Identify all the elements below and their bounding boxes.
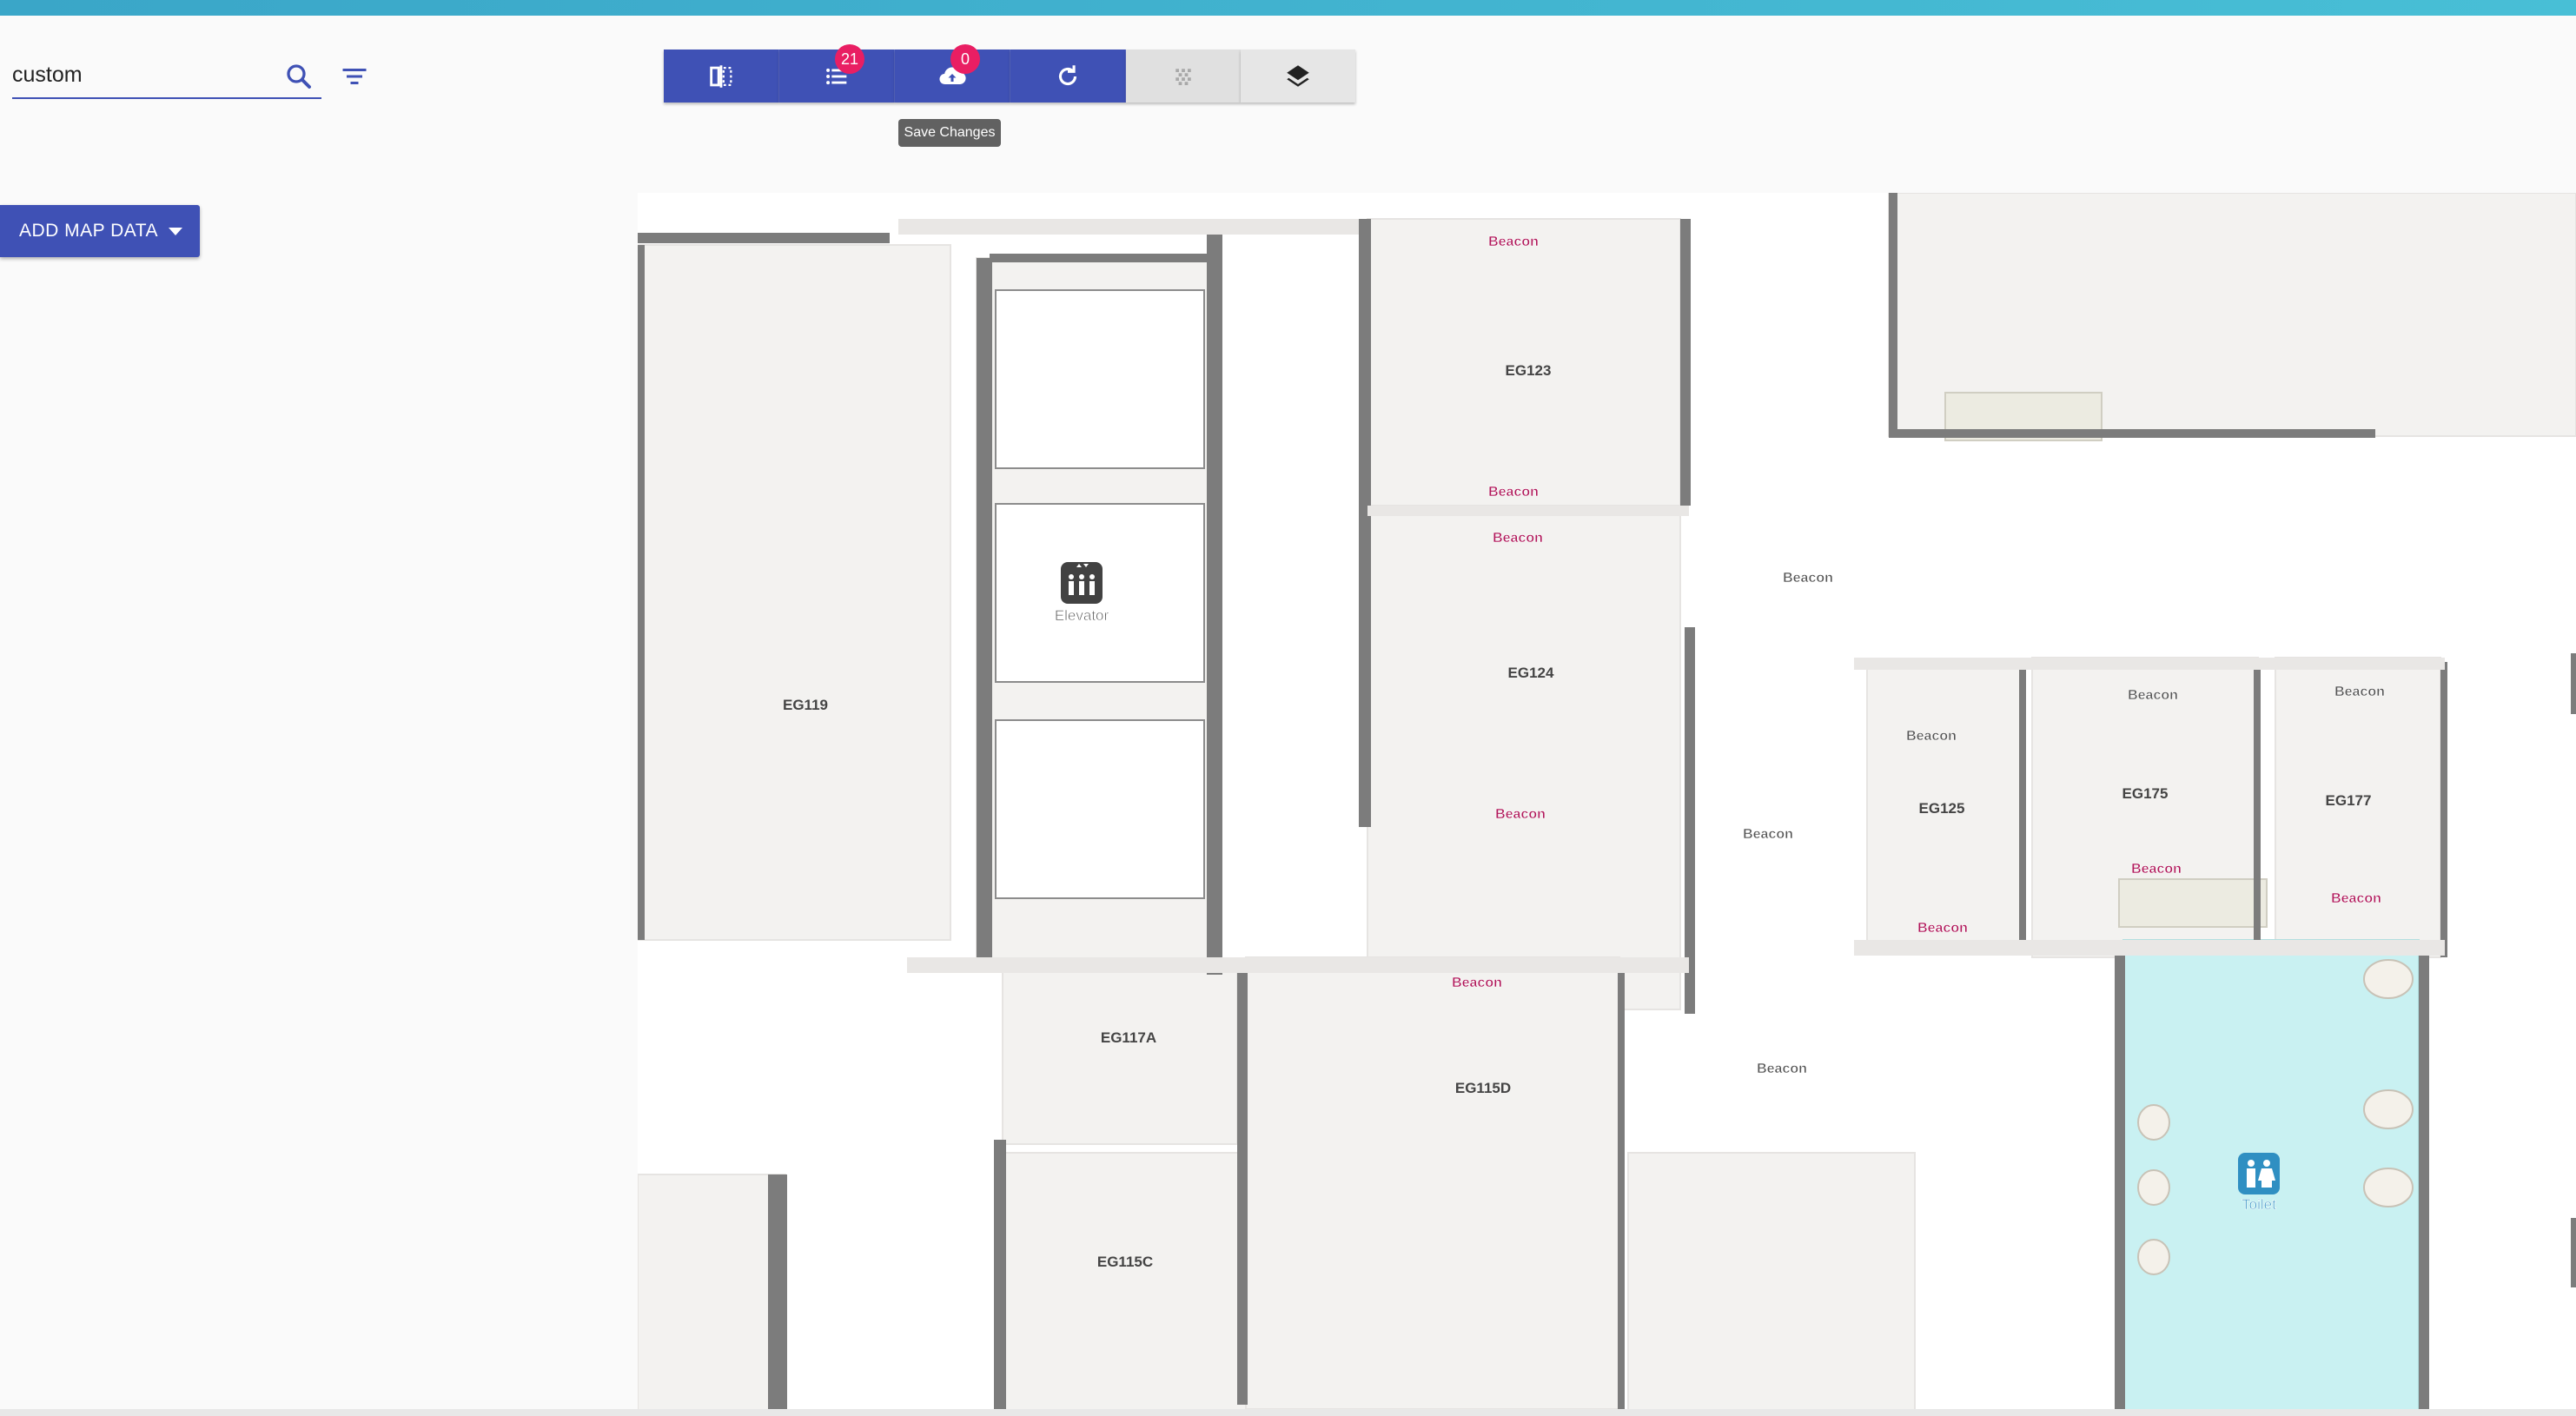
add-map-data-button[interactable]: ADD MAP DATA — [0, 205, 200, 257]
beacon-marker[interactable]: Beacon — [2131, 862, 2182, 877]
save-changes-tooltip: Save Changes — [898, 119, 1001, 147]
bench-eg175 — [2118, 878, 2268, 928]
beacon-marker[interactable]: Beacon — [2334, 685, 2385, 700]
toilet-fixture-3 — [2363, 1168, 2414, 1208]
save-changes-button[interactable]: 0 — [895, 44, 1010, 103]
grid-toggle-button[interactable] — [1126, 50, 1241, 103]
room-label-eg119: EG119 — [783, 697, 828, 713]
list-button[interactable]: 21 — [779, 44, 895, 103]
caret-down-icon — [169, 227, 183, 235]
wall — [1680, 219, 1691, 506]
wall-top — [1854, 658, 2445, 670]
wall — [977, 258, 992, 970]
room-eg115c-floor[interactable] — [1002, 1152, 1247, 1413]
wall — [2571, 653, 2576, 714]
room-eg117a-floor[interactable] — [1002, 969, 1238, 1145]
wall — [1618, 957, 1625, 1413]
room-label-eg117a: EG117A — [1101, 1029, 1156, 1046]
room-lower-left-floor[interactable] — [638, 1174, 786, 1413]
wall — [638, 245, 645, 940]
layers-icon — [1287, 64, 1309, 87]
toilet-poi[interactable]: Toilet — [2238, 1153, 2280, 1213]
room-label-eg175: EG175 — [2122, 785, 2169, 802]
room-label-eg123: EG123 — [1506, 362, 1552, 379]
beacon-marker[interactable]: Beacon — [1757, 1062, 1807, 1077]
room-label-eg115d: EG115D — [1455, 1080, 1511, 1096]
pending-changes-badge: 0 — [950, 44, 980, 74]
elevator-car-1[interactable] — [995, 289, 1205, 469]
room-lower-mid-floor[interactable] — [1627, 1152, 1916, 1413]
list-count-badge: 21 — [835, 44, 864, 74]
filter-icon — [342, 69, 367, 84]
wall-top — [1854, 940, 2445, 956]
beacon-marker[interactable]: Beacon — [1493, 531, 1543, 546]
elevator-label: Elevator — [1055, 607, 1109, 624]
wall — [2440, 662, 2447, 957]
search-button[interactable] — [283, 61, 315, 92]
urinal-fixture-1 — [2137, 1104, 2170, 1141]
beacon-marker[interactable]: Beacon — [1783, 571, 1833, 586]
wall — [1207, 219, 1222, 975]
wall — [2571, 1218, 2576, 1287]
map-toolbar: 21 0 — [664, 44, 1355, 103]
room-eg115d-floor[interactable] — [1245, 956, 1620, 1410]
wall — [768, 1174, 787, 1413]
split-view-icon — [710, 64, 732, 88]
search-box — [12, 56, 321, 99]
room-label-eg124: EG124 — [1508, 665, 1554, 681]
wall — [994, 1140, 1006, 1413]
toilet-label: Toilet — [2242, 1196, 2276, 1213]
top-accent-bar — [0, 0, 2576, 16]
wall — [1359, 219, 1371, 827]
filter-button[interactable] — [339, 61, 370, 92]
beacon-marker[interactable]: Beacon — [1488, 485, 1539, 500]
room-label-eg115c: EG115C — [1097, 1254, 1153, 1270]
toilet-icon — [2238, 1153, 2280, 1194]
beacon-marker[interactable]: Beacon — [2128, 688, 2178, 704]
elevator-poi[interactable]: Elevator — [1055, 562, 1109, 624]
layers-button[interactable] — [1241, 50, 1355, 103]
beacon-marker[interactable]: Beacon — [1917, 921, 1968, 936]
elevator-car-3[interactable] — [995, 719, 1205, 899]
wall — [638, 233, 890, 243]
toilet-fixture-2 — [2363, 1089, 2414, 1129]
wall — [2115, 940, 2125, 1413]
wall — [2019, 666, 2026, 949]
wall — [1889, 193, 1897, 432]
wall — [1685, 627, 1695, 1014]
room-eg124-floor[interactable] — [1367, 513, 1681, 1010]
bottom-status-strip — [0, 1409, 2576, 1416]
add-map-data-label: ADD MAP DATA — [19, 221, 159, 241]
urinal-fixture-2 — [2137, 1169, 2170, 1206]
grid-dots-icon — [1175, 68, 1191, 85]
wall — [2419, 940, 2429, 1413]
room-eg119-floor[interactable] — [638, 244, 951, 941]
wall — [1237, 970, 1248, 1405]
beacon-marker[interactable]: Beacon — [1452, 976, 1502, 991]
urinal-fixture-3 — [2137, 1239, 2170, 1275]
refresh-icon — [1059, 64, 1077, 85]
room-label-eg125: EG125 — [1919, 800, 1965, 817]
search-icon — [287, 64, 311, 89]
wall — [1889, 429, 2375, 438]
wall-top — [898, 219, 1359, 235]
beacon-marker[interactable]: Beacon — [1495, 807, 1546, 823]
beacon-marker[interactable]: Beacon — [1906, 729, 1957, 744]
beacon-marker[interactable]: Beacon — [2331, 891, 2381, 907]
refresh-button[interactable] — [1010, 50, 1126, 103]
room-label-eg177: EG177 — [2326, 792, 2372, 809]
wall — [990, 254, 1220, 262]
wall-top — [1367, 506, 1689, 516]
wall — [2254, 662, 2261, 949]
beacon-marker[interactable]: Beacon — [1743, 827, 1793, 843]
search-input[interactable] — [12, 59, 264, 90]
wall-top — [907, 957, 1689, 973]
toilet-fixture-1 — [2363, 959, 2414, 999]
beacon-marker[interactable]: Beacon — [1488, 235, 1539, 250]
split-view-button[interactable] — [664, 50, 779, 103]
floor-map[interactable]: Elevator Toilet EG119 EG123 EG124 EG117A… — [638, 193, 2576, 1413]
